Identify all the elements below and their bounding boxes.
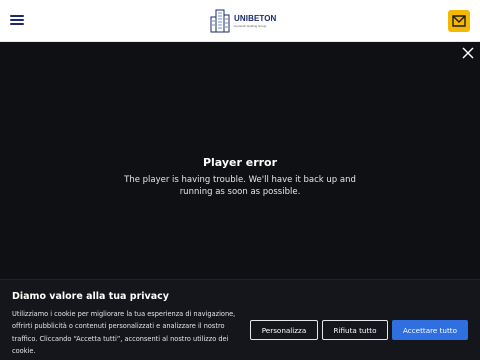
- site-header: UNIBETON Cementir Holding Group: [0, 0, 480, 42]
- player-error-title: Player error: [202, 156, 278, 169]
- mail-icon: [452, 15, 466, 27]
- unibeton-logo[interactable]: UNIBETON Cementir Holding Group: [210, 8, 280, 34]
- cookie-banner-text: Utilizziamo i cookie per migliorare la t…: [12, 310, 236, 356]
- hamburger-menu-icon[interactable]: [10, 14, 24, 26]
- accept-all-button[interactable]: Accettare tutto: [392, 320, 468, 340]
- player-error-message: The player is having trouble. We'll have…: [124, 175, 356, 197]
- reject-all-button[interactable]: Rifiuta tutto: [322, 320, 388, 340]
- contact-button[interactable]: [448, 10, 470, 32]
- close-icon[interactable]: [462, 47, 474, 59]
- logo-text: UNIBETON: [234, 14, 277, 23]
- logo-subtitle: Cementir Holding Group: [234, 24, 267, 28]
- customize-button[interactable]: Personalizza: [250, 320, 318, 340]
- cookie-banner-title: Diamo valore alla tua privacy: [12, 291, 169, 302]
- building-icon: [210, 9, 230, 33]
